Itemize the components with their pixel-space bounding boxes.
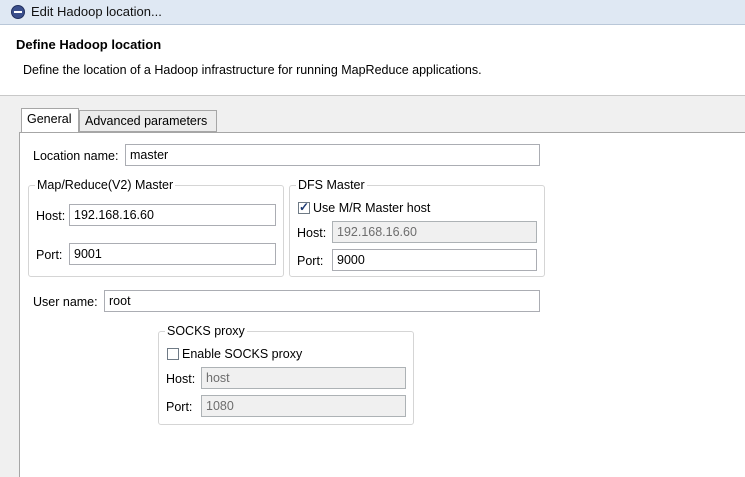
- dfs-port-label: Port:: [297, 254, 324, 268]
- window-title: Edit Hadoop location...: [31, 4, 162, 19]
- mr-host-label: Host:: [36, 209, 66, 223]
- eclipse-app-icon: [11, 5, 25, 19]
- user-name-label: User name:: [33, 295, 98, 309]
- socks-host-label: Host:: [166, 372, 196, 386]
- tab-general[interactable]: General: [21, 108, 79, 133]
- socks-proxy-legend: SOCKS proxy: [165, 324, 247, 338]
- use-mr-host-checkbox[interactable]: [298, 200, 310, 214]
- dfs-host-label: Host:: [297, 226, 327, 240]
- mr-port-label: Port:: [36, 248, 63, 262]
- user-name-input[interactable]: root: [104, 290, 540, 312]
- socks-port-label: Port:: [166, 400, 193, 414]
- socks-host-input[interactable]: host: [201, 367, 406, 389]
- enable-socks-checkbox[interactable]: [167, 348, 179, 360]
- enable-socks-label[interactable]: Enable SOCKS proxy: [182, 347, 302, 361]
- dfs-master-legend: DFS Master: [296, 178, 367, 192]
- dfs-host-input[interactable]: 192.168.16.60: [332, 221, 537, 243]
- location-name-input[interactable]: master: [125, 144, 540, 166]
- mr-port-input[interactable]: 9001: [69, 243, 276, 265]
- use-mr-host-label[interactable]: Use M/R Master host: [313, 201, 430, 215]
- tab-advanced-parameters[interactable]: Advanced parameters: [79, 110, 217, 132]
- socks-port-input[interactable]: 1080: [201, 395, 406, 417]
- page-title: Define Hadoop location: [16, 37, 162, 52]
- page-description: Define the location of a Hadoop infrastr…: [23, 63, 482, 77]
- mr-master-legend: Map/Reduce(V2) Master: [35, 178, 176, 192]
- mr-host-input[interactable]: 192.168.16.60: [69, 204, 276, 226]
- header-banner: [0, 25, 745, 96]
- dfs-port-input[interactable]: 9000: [332, 249, 537, 271]
- location-name-label: Location name:: [33, 149, 119, 163]
